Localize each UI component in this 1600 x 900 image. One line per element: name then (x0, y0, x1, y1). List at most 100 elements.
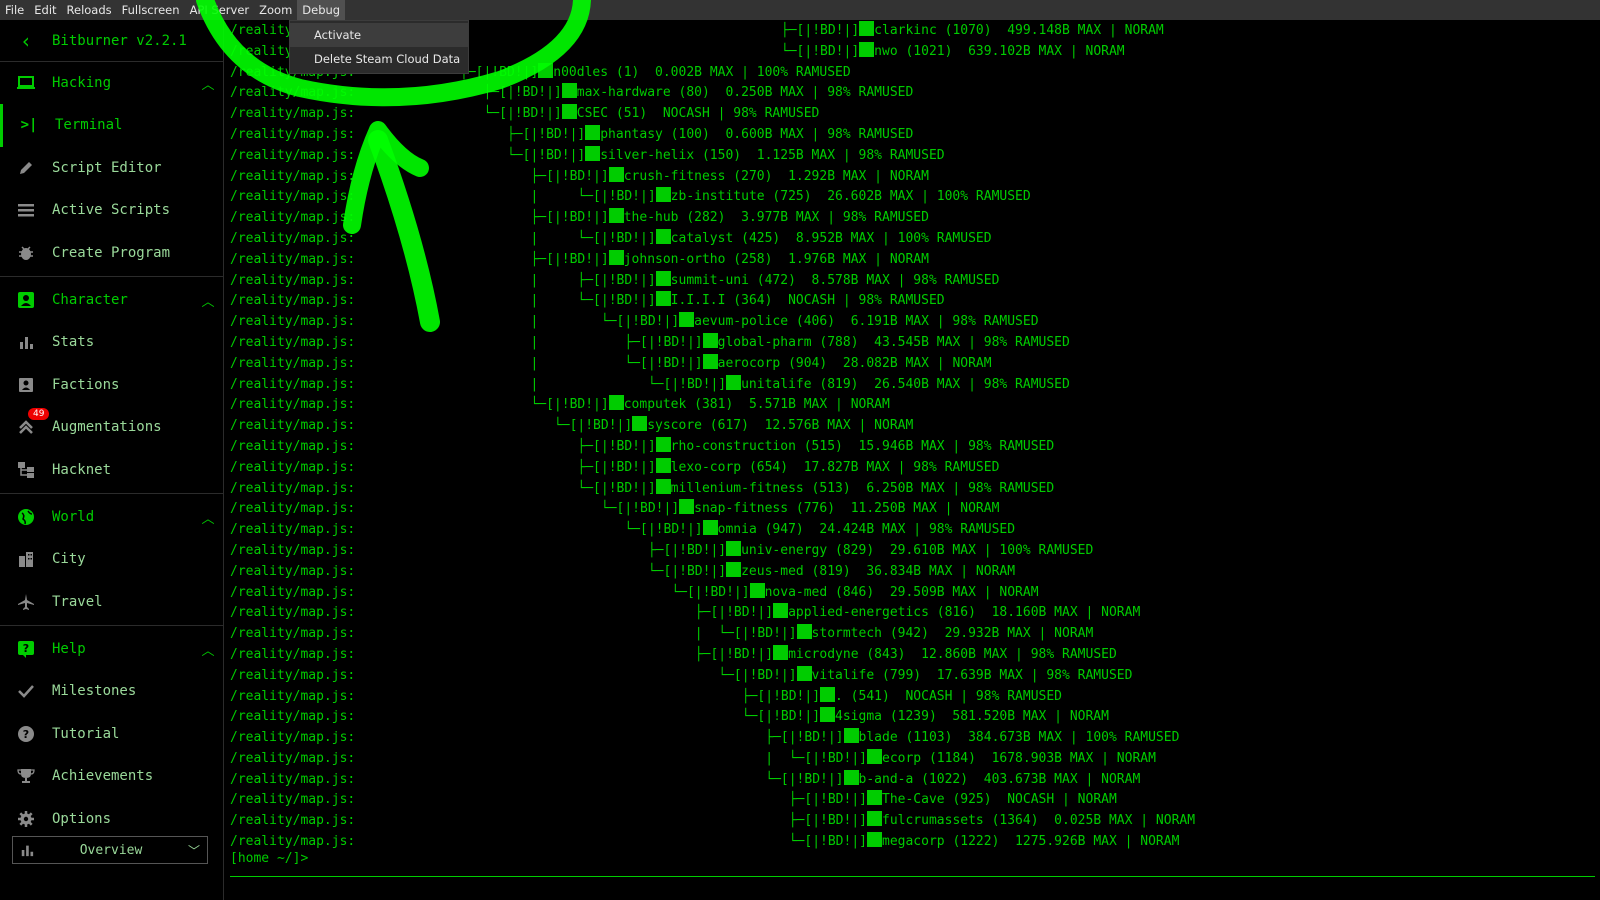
terminal-line: /reality/map.js: ├─[|!BD!|] univ-energy (… (230, 540, 1595, 562)
terminal-line-tree: └─[|!BD!|] (460, 147, 586, 163)
chevron-left-icon[interactable]: ‹ (0, 29, 52, 53)
terminal-line-tree: ├─[|!BD!|] (460, 23, 860, 38)
terminal-line: /reality/map.js: └─[|!BD!|] 4sigma (1239)… (230, 707, 1595, 728)
section-character[interactable]: Character ︿ (0, 279, 223, 321)
sidebar-item-factions[interactable]: Factions (0, 364, 223, 407)
terminal-line: /reality/map.js: ├─[|!BD!|] the-hub (282)… (230, 208, 1595, 229)
debug-dropdown-menu: Activate Delete Steam Cloud Data (289, 20, 469, 74)
sidebar-item-hacknet[interactable]: Hacknet (0, 449, 223, 492)
terminal-line-prefix: /reality/map.js: (230, 709, 356, 725)
menu-file[interactable]: File (0, 0, 29, 20)
menu-fullscreen[interactable]: Fullscreen (117, 0, 185, 20)
terminal-line-prefix: /reality/map.js: (230, 210, 356, 226)
terminal-line-tree: ├─[|!BD!|] (460, 792, 867, 808)
menu-zoom[interactable]: Zoom (254, 0, 297, 20)
terminal-line-tree: ├─[|!BD!|] (460, 459, 656, 475)
terminal-line-prefix: /reality/map.js: (230, 480, 356, 496)
terminal-line-text: megacorp (1222) 1275.926B MAX | NORAM (882, 834, 1180, 850)
terminal-line: /reality/map.js: └─[|!BD!|] syscore (617)… (230, 416, 1595, 437)
double-chevron-up-icon (0, 418, 52, 436)
sidebar-item-label: City (52, 551, 86, 568)
terminal-line-prefix: /reality/map.js: (230, 106, 356, 122)
sidebar-item-active-scripts[interactable]: Active Scripts (0, 189, 223, 232)
help-box-icon: ? (0, 640, 52, 658)
sidebar-item-augmentations[interactable]: 49 Augmentations (0, 406, 223, 449)
terminal-line-text: johnson-ortho (258) 1.976B MAX | NORAM (623, 251, 929, 267)
terminal-line: /reality/map.js: ├─[|!BD!|] fulcrumassets… (230, 811, 1595, 832)
terminal-line-text: stormtech (942) 29.932B MAX | NORAM (811, 626, 1094, 642)
section-label: Help (52, 641, 86, 657)
chevron-up-icon[interactable]: ︿ (193, 640, 223, 659)
terminal-line-tree: | └─[|!BD!|] (460, 293, 656, 309)
terminal-line-prefix: /reality/map.js: (230, 501, 356, 517)
terminal-line-prefix: /reality/map.js: (230, 584, 356, 600)
sidebar-item-travel[interactable]: Travel (0, 581, 223, 624)
server-status-block (867, 811, 882, 827)
overview-select-value: Overview (79, 842, 143, 858)
terminal-line-text: . (541) NOCASH | 98% RAMUSED (835, 688, 1063, 704)
chevron-up-icon[interactable]: ︿ (193, 291, 223, 310)
sidebar-item-label: Create Program (52, 244, 171, 261)
sidebar-item-label: Tutorial (52, 725, 120, 742)
sidebar-item-label: Milestones (52, 683, 137, 700)
terminal-line-text: omnia (947) 24.424B MAX | 98% RAMUSED (717, 522, 1016, 538)
server-status-block (726, 561, 742, 577)
server-status-block (702, 353, 718, 369)
server-status-block (859, 41, 875, 57)
airplane-icon (0, 593, 52, 611)
sidebar-item-create-program[interactable]: Create Program (0, 232, 223, 275)
sidebar-item-stats[interactable]: Stats (0, 321, 223, 364)
terminal-line-tree: | └─[|!BD!|] (460, 314, 680, 330)
chevron-up-icon[interactable]: ︿ (193, 508, 223, 527)
terminal-line-prefix: /reality/map.js: (230, 730, 356, 746)
server-status-block (655, 436, 671, 452)
sidebar-item-terminal[interactable]: >| Terminal (0, 104, 223, 147)
menu-edit[interactable]: Edit (29, 0, 61, 20)
menu-item-activate[interactable]: Activate (290, 23, 468, 47)
terminal-icon: >| (20, 117, 38, 134)
sidebar-item-achievements[interactable]: Achievements (0, 755, 223, 798)
section-hacking[interactable]: Hacking ︿ (0, 62, 223, 104)
terminal-line-tree: └─[|!BD!|] (460, 106, 562, 122)
sidebar-item-options[interactable]: Options (0, 798, 223, 841)
sidebar-item-label: Augmentations (52, 419, 162, 436)
terminal-prompt[interactable]: [home ~/]> (230, 851, 308, 866)
server-status-block (538, 62, 554, 78)
terminal-line: /reality/map.js: ├─[|!BD!|] applied-energ… (230, 603, 1595, 624)
server-status-block (585, 145, 601, 161)
terminal-line: /reality/map.js: | ├─[|!BD!|] summit-uni … (230, 270, 1595, 292)
chevron-down-icon: ﹀ (187, 843, 200, 858)
person-card-icon (0, 291, 52, 309)
terminal-line: /reality/map.js: └─[|!BD!|] CSEC (51) NOC… (230, 104, 1595, 125)
terminal-line-prefix: /reality/map.js: (230, 355, 356, 371)
server-status-block (608, 166, 624, 182)
terminal-line: /reality/map.js: | └─[|!BD!|] stormtech (… (230, 624, 1595, 645)
sidebar-item-tutorial[interactable]: ? Tutorial (0, 713, 223, 756)
terminal-line-prefix: /reality/map.js: (230, 189, 356, 205)
server-status-block (632, 416, 648, 432)
chevron-up-icon[interactable]: ︿ (193, 74, 223, 93)
section-world[interactable]: World ︿ (0, 496, 223, 538)
sidebar-item-milestones[interactable]: Milestones (0, 670, 223, 713)
terminal-line-prefix: /reality/map.js: (230, 272, 356, 288)
terminal-line-text: max-hardware (80) 0.250B MAX | 98% RAMUS… (576, 85, 914, 101)
terminal-line-tree: ├─[|!BD!|] (460, 64, 539, 80)
terminal-line-tree: └─[|!BD!|] (460, 522, 703, 538)
menu-api-server[interactable]: API Server (185, 0, 255, 20)
terminal-line: /reality/map.js: | └─[|!BD!|] zb-institut… (230, 187, 1595, 208)
sidebar-item-city[interactable]: City (0, 538, 223, 581)
terminal-line-prefix: /reality/map.js: (230, 126, 356, 142)
terminal-line: /reality/map.js: ├─[|!BD!|] blade (1103) … (230, 728, 1595, 749)
terminal-line: /reality/map.js: └─[|!BD!|] omnia (947) 2… (230, 520, 1595, 541)
menu-item-delete-steam-cloud-data[interactable]: Delete Steam Cloud Data (290, 47, 468, 71)
server-status-block (702, 332, 718, 348)
menu-reloads[interactable]: Reloads (62, 0, 117, 20)
overview-select[interactable]: Overview ﹀ (12, 836, 208, 864)
menu-debug[interactable]: Debug (297, 0, 346, 20)
sidebar-item-script-editor[interactable]: Script Editor (0, 147, 223, 190)
terminal-line-prefix: /reality/map.js: (230, 563, 356, 579)
list-icon (0, 202, 52, 218)
section-help[interactable]: ? Help ︿ (0, 628, 223, 670)
server-status-block (655, 478, 671, 494)
server-status-block (655, 187, 671, 203)
